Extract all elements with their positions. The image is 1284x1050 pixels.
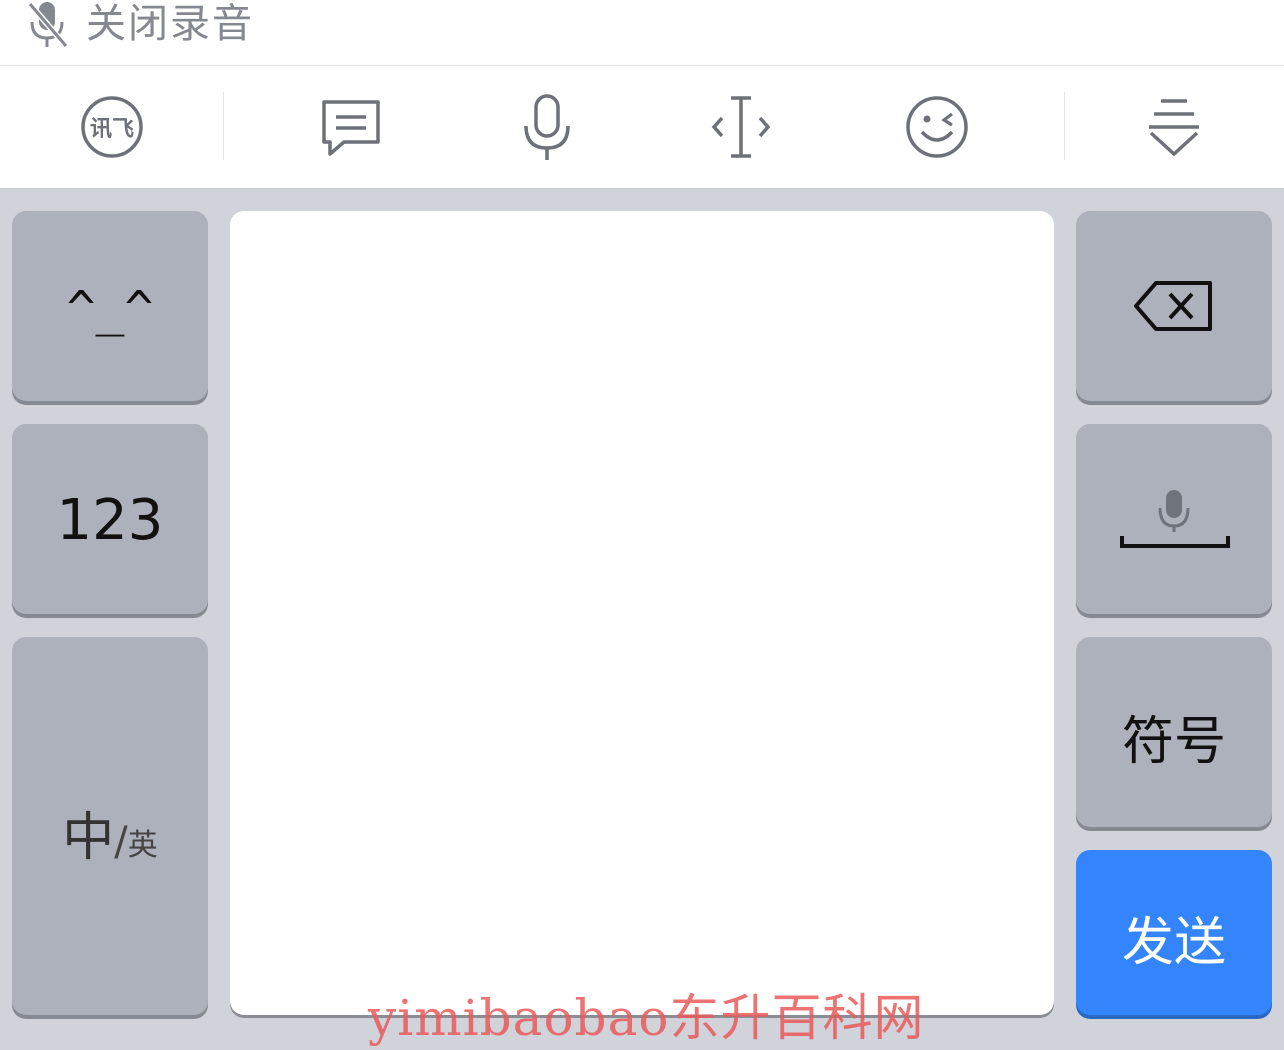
mic-off-icon[interactable] [26,0,70,50]
numbers-key-label: 123 [56,488,164,553]
cursor-move-icon[interactable] [706,92,776,162]
wink-smiley-icon[interactable] [902,92,972,162]
close-recording-label[interactable]: 关闭录音 [86,0,254,50]
handwriting-input-area[interactable] [230,211,1054,1015]
space-key[interactable] [1076,424,1272,614]
keyboard-toolbar: 讯飞 [0,66,1284,189]
language-switch-key[interactable]: 中/英 [12,637,208,1015]
symbols-key-label: 符号 [1121,712,1226,772]
recording-bar: 关闭录音 [0,0,1284,66]
lang-alt-text: 英 [127,828,158,863]
lang-sep-text: / [114,819,128,865]
emoticon-key-label: ^_^ [66,281,154,337]
toolbar-divider [1064,92,1065,160]
iflytek-logo-icon[interactable]: 讯飞 [77,92,147,162]
collapse-keyboard-icon[interactable] [1139,92,1209,162]
space-mic-icon [1120,488,1230,554]
backspace-key[interactable] [1076,211,1272,401]
microphone-icon[interactable] [512,92,582,162]
symbols-key[interactable]: 符号 [1076,637,1272,827]
message-icon[interactable] [316,92,386,162]
numbers-key[interactable]: 123 [12,424,208,614]
send-button-label: 发送 [1121,913,1226,973]
emoticon-key[interactable]: ^_^ [12,211,208,401]
lang-main-text: 中 [62,808,115,868]
iflytek-logo-text: 讯飞 [90,117,134,142]
language-switch-label: 中/英 [12,795,208,870]
backspace-icon [1134,279,1214,337]
watermark: yimibaobao东升百科网 [368,989,925,1047]
send-button[interactable]: 发送 [1076,850,1272,1015]
toolbar-divider [223,92,224,160]
